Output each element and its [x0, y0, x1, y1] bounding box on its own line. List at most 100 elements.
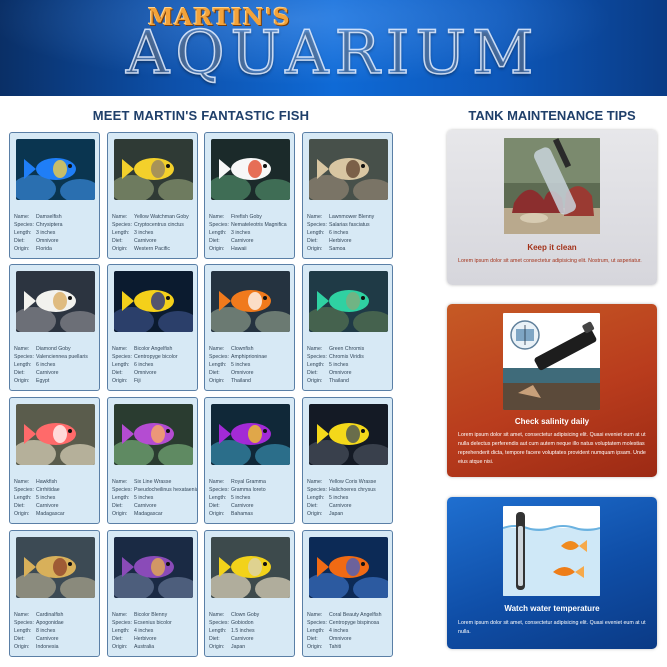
- fish-species-value: Centropyge bispinosa: [329, 619, 380, 626]
- site-header: MARTIN'S AQUARIUM: [0, 0, 667, 96]
- fish-diet-row: Diet: Carnivore: [14, 502, 99, 511]
- fish-length-label: Length:: [307, 361, 325, 368]
- fish-diet-row: Diet: Omnivore: [307, 369, 392, 378]
- fish-card: Name: Hawkfish Species: Cirrhitidae Length: 5…: [9, 397, 100, 524]
- fish-origin-label: Origin:: [209, 510, 225, 517]
- tip-body-clean: Lorem ipsum dolor sit amet consectetur a…: [458, 258, 642, 264]
- fish-name-row: Name: Clownfish: [209, 346, 294, 354]
- fish-card: Name: Firefish Goby Species: Nemateleotris …: [204, 132, 295, 259]
- tip-image-heater: [503, 506, 600, 596]
- fish-species-label: Species:: [112, 486, 132, 493]
- tip-card-temperature: Watch water temperature Lorem ipsum dolo…: [447, 497, 657, 649]
- fish-diet-row: Diet: Carnivore: [14, 370, 99, 378]
- fish-name-row: Name: Lawnmower Blenny: [307, 214, 392, 222]
- fish-length-label: Length:: [112, 229, 130, 236]
- fish-species-row: Species: Salarias fasciatus: [307, 222, 392, 230]
- fish-species-label: Species:: [14, 486, 34, 493]
- fish-diet-row: Diet: Omnivore: [14, 237, 99, 246]
- fish-photo: [114, 139, 193, 200]
- fish-diet-value: Omnivore: [329, 369, 352, 376]
- fish-name-label: Name:: [307, 479, 323, 485]
- fish-diet-row: Diet: Carnivore: [14, 636, 99, 644]
- fish-origin-value: Thailand: [329, 377, 349, 384]
- fish-card: Name: Green Chromis Species: Chromis Viridi…: [302, 264, 393, 391]
- fish-name-label: Name:: [307, 612, 323, 618]
- fish-photo: [114, 271, 193, 332]
- tip-body-salinity: Lorem ipsum dolor sit amet, consectetur …: [458, 432, 646, 465]
- fish-origin-row: Origin: Samoa: [307, 245, 392, 254]
- fish-photo: [16, 404, 95, 465]
- fish-origin-label: Origin:: [307, 245, 323, 252]
- fish-length-value: 5 inches: [329, 494, 349, 501]
- fish-diet-label: Diet:: [307, 502, 318, 509]
- fish-species-label: Species:: [112, 221, 132, 228]
- fish-origin-value: Japan: [231, 643, 246, 650]
- fish-species-value: Nemateleotris Magnifica: [231, 221, 287, 228]
- fish-name-value: Cardinalfish: [36, 612, 64, 618]
- fish-origin-value: Australia: [134, 643, 155, 650]
- fish-name-value: Firefish Goby: [231, 214, 262, 220]
- fish-info: Name: Coral Beauty Angelfish Species: Centr…: [307, 612, 392, 652]
- fish-diet-row: Diet: Carnivore: [209, 636, 294, 644]
- fish-info: Name: Damselfish Species: Chrysiptera Length…: [14, 214, 99, 254]
- fish-diet-value: Carnivore: [231, 502, 254, 509]
- fish-species-row: Species: Apogonidae: [14, 620, 99, 628]
- fish-info: Name: Clownfish Species: Amphiprioninae Leng…: [209, 346, 294, 386]
- fish-length-value: 1.5 inches: [231, 627, 255, 634]
- fish-card: Name: Clownfish Species: Amphiprioninae Leng…: [204, 264, 295, 391]
- fish-diet-value: Carnivore: [134, 237, 157, 244]
- fish-length-label: Length:: [209, 229, 227, 236]
- tip-image-refractometer: [503, 313, 600, 410]
- fish-diet-label: Diet:: [112, 369, 123, 376]
- fish-name-label: Name:: [112, 346, 128, 352]
- fish-photo: [211, 139, 290, 200]
- fish-length-label: Length:: [209, 361, 227, 368]
- fish-name-value: Coral Beauty Angelfish: [329, 612, 382, 618]
- fish-length-row: Length: 1.5 inches: [209, 627, 294, 636]
- fish-photo: [114, 404, 193, 465]
- fish-origin-row: Origin: Fiji: [112, 378, 197, 386]
- fish-section-heading: MEET MARTIN'S FANTASTIC FISH: [92, 108, 310, 123]
- fish-diet-label: Diet:: [209, 237, 220, 244]
- fish-length-value: 3 inches: [134, 229, 154, 236]
- fish-species-row: Species: Chrysiptera: [14, 221, 99, 230]
- fish-name-row: Name: Hawkfish: [14, 479, 99, 487]
- fish-length-value: 6 inches: [329, 229, 349, 236]
- fish-name-label: Name:: [307, 346, 323, 352]
- fish-name-value: Clownfish: [231, 346, 254, 352]
- fish-photo: [16, 139, 95, 200]
- fish-origin-row: Origin: Egypt: [14, 378, 99, 386]
- fish-card: Name: Coral Beauty Angelfish Species: Centr…: [302, 530, 393, 657]
- fish-name-value: Yellow Coris Wrasse: [329, 479, 377, 485]
- fish-species-value: Gobiodon: [231, 619, 254, 626]
- fish-origin-row: Origin: Madagascar: [112, 511, 197, 519]
- fish-name-label: Name:: [209, 214, 225, 220]
- fish-info: Name: Yellow Watchman Goby Species: Cryptoc…: [112, 214, 197, 254]
- fish-length-value: 3 inches: [36, 229, 56, 236]
- fish-name-row: Name: Royal Gramma: [209, 479, 294, 487]
- fish-name-label: Name:: [14, 346, 30, 352]
- fish-length-value: 6 inches: [134, 361, 154, 368]
- fish-origin-label: Origin:: [307, 643, 323, 650]
- fish-species-value: Chrysiptera: [36, 221, 63, 228]
- fish-name-value: Yellow Watchman Goby: [134, 214, 189, 220]
- fish-length-row: Length: 5 inches: [307, 361, 392, 370]
- fish-length-row: Length: 5 inches: [209, 495, 294, 503]
- tip-title-temperature: Watch water temperature: [504, 604, 600, 613]
- fish-species-value: Gramma loreto: [231, 486, 266, 493]
- fish-diet-label: Diet:: [14, 502, 25, 509]
- fish-species-row: Species: Gobiodon: [209, 619, 294, 628]
- fish-diet-label: Diet:: [112, 237, 123, 244]
- fish-card: Name: Lawnmower Blenny Species: Salarias fa…: [302, 132, 393, 259]
- fish-card: Name: Clown Goby Species: Gobiodon Length: 1.…: [204, 530, 295, 657]
- fish-diet-value: Omnivore: [36, 237, 59, 244]
- fish-origin-row: Origin: Western Pacific: [112, 246, 197, 254]
- fish-info: Name: Diamond Goby Species: Valenciennea pu…: [14, 346, 99, 386]
- fish-name-row: Name: Firefish Goby: [209, 214, 294, 222]
- fish-length-label: Length:: [14, 229, 32, 236]
- fish-origin-row: Origin: Florida: [14, 246, 99, 254]
- fish-name-label: Name:: [307, 214, 323, 220]
- fish-species-row: Species: Chromis Viridis: [307, 354, 392, 362]
- tips-section-heading: TANK MAINTENANCE TIPS: [468, 108, 636, 123]
- fish-species-row: Species: Amphiprioninae: [209, 354, 294, 362]
